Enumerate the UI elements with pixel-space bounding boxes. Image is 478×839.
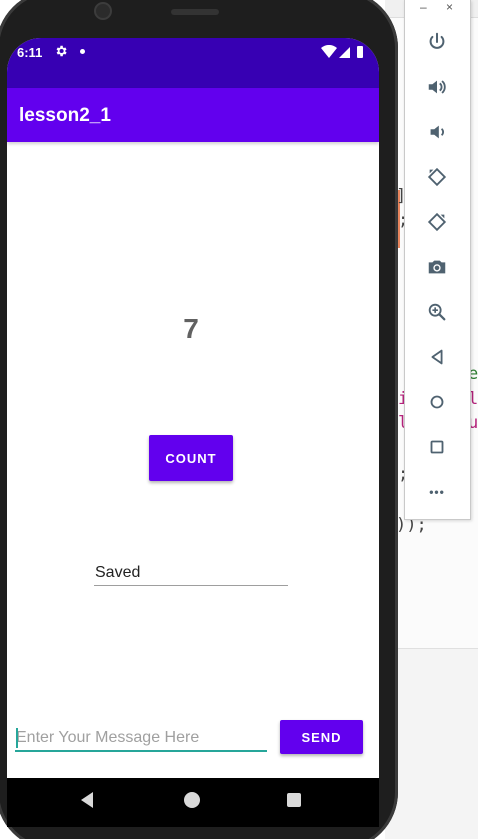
counter-text: 7 bbox=[183, 313, 199, 344]
volume-down-icon[interactable] bbox=[425, 120, 449, 144]
overview-icon[interactable] bbox=[425, 435, 449, 459]
phone-frame: 6:11 lesson2_1 7 COUNT Saved SEND bbox=[0, 0, 398, 839]
ide-lower-panel bbox=[385, 648, 478, 839]
gear-icon bbox=[56, 45, 67, 57]
saved-text-field[interactable]: Saved bbox=[94, 562, 288, 586]
text-cursor bbox=[16, 728, 18, 748]
app-title: lesson2_1 bbox=[19, 105, 111, 126]
home-circle-icon[interactable] bbox=[184, 792, 200, 808]
close-button[interactable]: × bbox=[446, 0, 453, 14]
earpiece-speaker bbox=[171, 9, 219, 15]
status-time: 6:11 bbox=[17, 45, 43, 60]
navigation-bar bbox=[7, 778, 379, 827]
minimize-button[interactable]: – bbox=[420, 0, 427, 14]
recents-square-icon[interactable] bbox=[287, 793, 301, 807]
app-bar: lesson2_1 bbox=[7, 88, 379, 142]
count-button[interactable]: COUNT bbox=[149, 435, 233, 481]
battery-icon bbox=[357, 46, 363, 58]
front-camera bbox=[94, 2, 112, 20]
power-icon[interactable] bbox=[425, 30, 449, 54]
camera-icon[interactable] bbox=[425, 255, 449, 279]
status-icons bbox=[321, 45, 363, 58]
rotate-left-icon[interactable] bbox=[425, 165, 449, 189]
back-icon[interactable] bbox=[425, 345, 449, 369]
notification-dot-icon bbox=[80, 49, 85, 54]
wifi-icon bbox=[321, 45, 337, 58]
send-button[interactable]: SEND bbox=[280, 720, 363, 754]
status-bar: 6:11 bbox=[7, 38, 379, 88]
phone-screen: 6:11 lesson2_1 7 COUNT Saved SEND bbox=[7, 38, 379, 827]
message-input[interactable] bbox=[15, 726, 267, 752]
home-icon[interactable] bbox=[425, 390, 449, 414]
emulator-toolbar: – × ••• bbox=[404, 0, 471, 520]
rotate-right-icon[interactable] bbox=[425, 210, 449, 234]
emulator-screen: ] ; e i l l u ; )); 6:11 les bbox=[0, 0, 478, 839]
volume-up-icon[interactable] bbox=[425, 75, 449, 99]
more-icon[interactable]: ••• bbox=[425, 480, 449, 504]
zoom-icon[interactable] bbox=[425, 300, 449, 324]
back-triangle-icon[interactable] bbox=[79, 791, 95, 809]
signal-icon bbox=[339, 47, 350, 58]
